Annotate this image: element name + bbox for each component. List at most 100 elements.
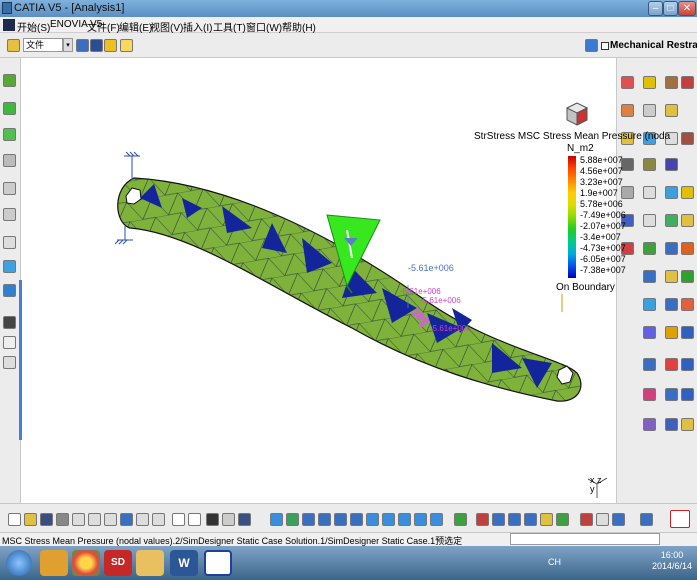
weld-icon[interactable] bbox=[665, 388, 678, 401]
pan-icon[interactable] bbox=[286, 513, 299, 526]
snap-icon[interactable] bbox=[492, 513, 505, 526]
fastener-icon[interactable] bbox=[681, 388, 694, 401]
mesh-icon[interactable] bbox=[3, 74, 16, 87]
loft-icon[interactable] bbox=[665, 270, 678, 283]
maximize-button[interactable]: □ bbox=[663, 1, 678, 16]
deformation-icon[interactable] bbox=[643, 76, 656, 89]
command-input[interactable] bbox=[510, 533, 660, 545]
stress-icon[interactable] bbox=[681, 76, 694, 89]
menu-tools[interactable]: 工具(T) bbox=[213, 19, 246, 34]
color-scale-bar[interactable] bbox=[568, 156, 576, 278]
mechanical-restraint-label[interactable]: Mechanical Restraint bbox=[610, 40, 697, 51]
start-orb-icon[interactable] bbox=[6, 550, 32, 576]
catalog-icon[interactable] bbox=[120, 39, 133, 52]
menu-view[interactable]: 视图(V) bbox=[150, 19, 183, 34]
plane-icon[interactable] bbox=[665, 186, 678, 199]
solid-icon[interactable] bbox=[643, 298, 656, 311]
multi-view-icon[interactable] bbox=[366, 513, 379, 526]
load-icon[interactable] bbox=[3, 182, 16, 195]
shell-icon[interactable] bbox=[665, 326, 678, 339]
restraint-icon[interactable] bbox=[585, 39, 598, 52]
catia-taskbar-icon[interactable] bbox=[204, 550, 232, 576]
formula-icon[interactable] bbox=[172, 513, 185, 526]
undo-icon[interactable] bbox=[120, 513, 133, 526]
menu-start[interactable]: 开始(S) bbox=[17, 19, 50, 34]
select-icon[interactable] bbox=[76, 39, 89, 52]
help-icon[interactable] bbox=[152, 513, 165, 526]
image-icon[interactable] bbox=[621, 76, 634, 89]
file-combo[interactable]: 文件 bbox=[23, 38, 63, 52]
menu-insert[interactable]: 插入(I) bbox=[183, 19, 212, 34]
point-icon[interactable] bbox=[643, 186, 656, 199]
zoom-out-icon[interactable] bbox=[334, 513, 347, 526]
shading-icon[interactable] bbox=[398, 513, 411, 526]
probe-icon[interactable] bbox=[621, 186, 634, 199]
principal-stress-icon[interactable] bbox=[621, 104, 634, 117]
manipulate-icon[interactable] bbox=[524, 513, 537, 526]
folder-app-icon[interactable] bbox=[136, 550, 164, 576]
mass-icon[interactable] bbox=[3, 260, 16, 273]
axis-icon[interactable] bbox=[643, 270, 656, 283]
clock[interactable]: 16:00 2014/6/14 bbox=[652, 550, 692, 572]
explode-icon[interactable] bbox=[540, 513, 553, 526]
error-icon[interactable] bbox=[643, 104, 656, 117]
table-icon[interactable] bbox=[206, 513, 219, 526]
save-file-icon[interactable] bbox=[40, 513, 53, 526]
measure-tool-icon[interactable] bbox=[238, 513, 251, 526]
grid-icon[interactable] bbox=[104, 39, 117, 52]
material-icon[interactable] bbox=[643, 358, 656, 371]
report-generate-icon[interactable] bbox=[665, 158, 678, 171]
displacement-icon[interactable] bbox=[665, 76, 678, 89]
folder-icon[interactable] bbox=[7, 39, 20, 52]
compute-icon[interactable] bbox=[3, 284, 16, 297]
link-icon[interactable] bbox=[3, 336, 16, 349]
word-icon[interactable]: W bbox=[170, 550, 198, 576]
normal-view-icon[interactable] bbox=[350, 513, 363, 526]
menu-help[interactable]: 帮助(H) bbox=[282, 19, 316, 34]
menu-window[interactable]: 窗口(W) bbox=[246, 19, 282, 34]
new-icon[interactable] bbox=[8, 513, 21, 526]
fit-all-icon[interactable] bbox=[270, 513, 283, 526]
mass-point-icon[interactable] bbox=[665, 418, 678, 431]
chevron-down-icon[interactable]: ▾ bbox=[63, 38, 73, 52]
virtual-part-icon[interactable] bbox=[643, 418, 656, 431]
annotation-value[interactable]: -5.61e+006 bbox=[430, 324, 471, 333]
sd-app-icon[interactable]: SD bbox=[104, 550, 132, 576]
spring-icon[interactable] bbox=[665, 298, 678, 311]
pressure-icon[interactable] bbox=[3, 208, 16, 221]
print-icon[interactable] bbox=[56, 513, 69, 526]
arrows-icon[interactable] bbox=[90, 39, 103, 52]
3d-viewport[interactable] bbox=[22, 58, 616, 503]
constraint-icon[interactable] bbox=[476, 513, 489, 526]
cut-icon[interactable] bbox=[72, 513, 85, 526]
clamp-icon[interactable] bbox=[3, 128, 16, 141]
menu-edit[interactable]: 编辑(E) bbox=[119, 19, 152, 34]
sphere-icon[interactable] bbox=[681, 214, 694, 227]
minimize-button[interactable]: – bbox=[648, 1, 663, 16]
swap-space-icon[interactable] bbox=[430, 513, 443, 526]
surface-icon[interactable] bbox=[3, 102, 16, 115]
rigid-icon[interactable] bbox=[681, 326, 694, 339]
mechanical-restraint-checkbox[interactable] bbox=[601, 42, 609, 50]
annotation-main-value[interactable]: -5.61e+006 bbox=[408, 263, 454, 273]
sensor-icon[interactable] bbox=[3, 236, 16, 249]
line-icon[interactable] bbox=[643, 214, 656, 227]
annotation-value[interactable]: -5.61e+006 bbox=[400, 287, 441, 296]
vertex-icon[interactable] bbox=[665, 242, 678, 255]
info-icon[interactable] bbox=[681, 132, 694, 145]
walk-icon[interactable] bbox=[612, 513, 625, 526]
nodes-icon[interactable] bbox=[681, 358, 694, 371]
taskbar-app-icon[interactable] bbox=[40, 550, 68, 576]
contact-icon[interactable] bbox=[681, 298, 694, 311]
camera-icon[interactable] bbox=[580, 513, 593, 526]
rotate-icon[interactable] bbox=[302, 513, 315, 526]
zoom-in-icon[interactable] bbox=[318, 513, 331, 526]
report-icon[interactable] bbox=[3, 356, 16, 369]
copy-icon[interactable] bbox=[88, 513, 101, 526]
start-menu-icon[interactable] bbox=[3, 19, 15, 31]
tray-input-language[interactable]: CH bbox=[548, 557, 561, 567]
light-icon[interactable] bbox=[596, 513, 609, 526]
images-layout-icon[interactable] bbox=[621, 158, 634, 171]
mesh-spec-icon[interactable] bbox=[643, 242, 656, 255]
catia-app-icon[interactable] bbox=[2, 2, 12, 14]
